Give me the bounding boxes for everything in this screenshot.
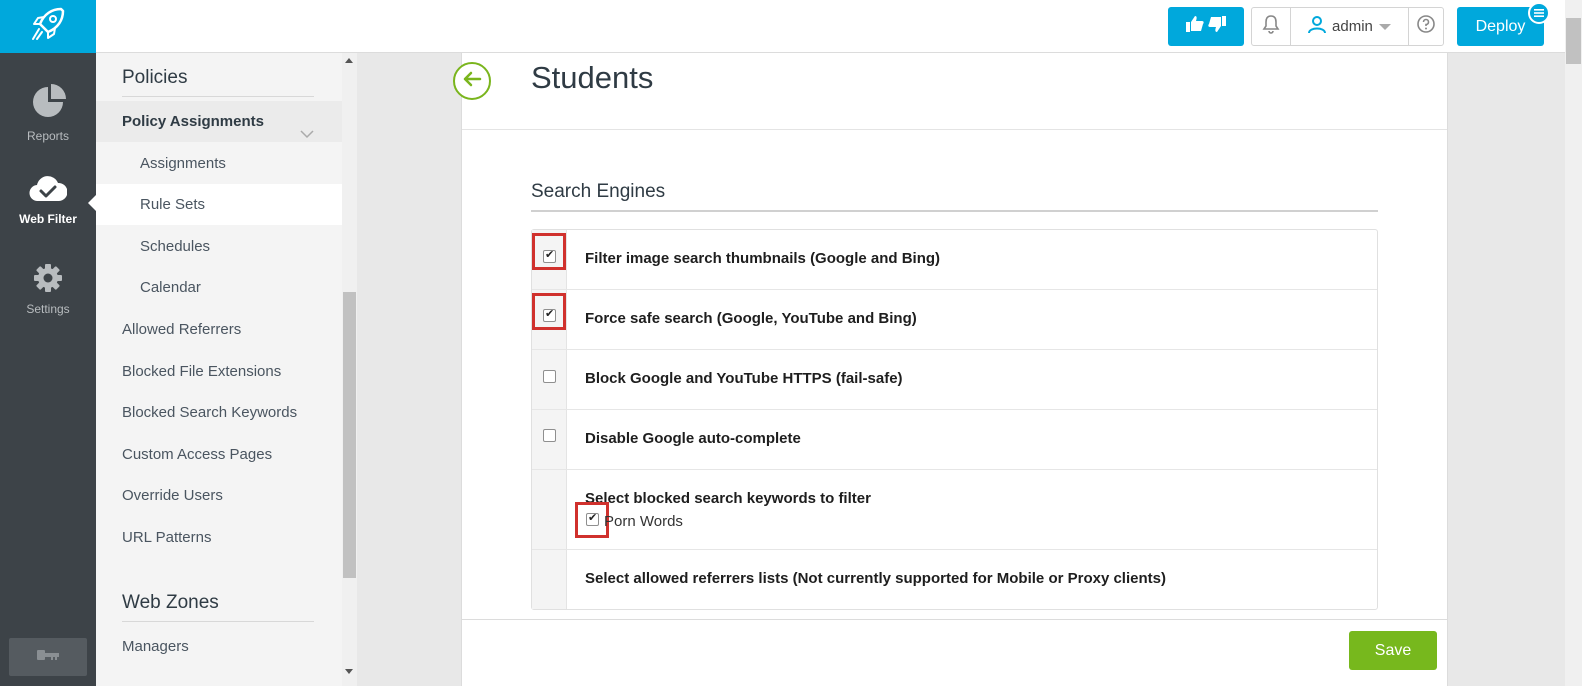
sidebar-item-managers[interactable]: Managers [96, 626, 342, 667]
sidebar-scrollbar-thumb[interactable] [343, 292, 356, 578]
option-row: Force safe search (Google, YouTube and B… [532, 290, 1377, 350]
option-label: Select blocked search keywords to filter [585, 490, 871, 507]
deploy-label: Deploy [1475, 17, 1526, 35]
thumbs-up-icon [1186, 16, 1204, 37]
thumbs-down-icon [1208, 16, 1226, 37]
option-row: Select blocked search keywords to filter… [532, 470, 1377, 550]
sidebar-item-calendar[interactable]: Calendar [96, 267, 342, 308]
option-label: Block Google and YouTube HTTPS (fail-saf… [585, 370, 903, 387]
scroll-up-arrow-icon[interactable] [345, 58, 353, 63]
section-title-web-zones: Web Zones [122, 592, 219, 613]
divider [462, 129, 1447, 130]
deploy-button[interactable]: Deploy [1457, 2, 1550, 46]
help-button[interactable] [1409, 8, 1443, 45]
block-https-checkbox[interactable] [543, 370, 556, 383]
page-scrollbar[interactable] [1565, 0, 1582, 686]
option-row: Filter image search thumbnails (Google a… [532, 230, 1377, 290]
divider [122, 621, 314, 622]
toolbar-group: admin [1251, 7, 1444, 46]
back-button[interactable] [453, 62, 491, 100]
sidebar-item-allowed-referrers[interactable]: Allowed Referrers [96, 309, 342, 350]
save-button[interactable]: Save [1349, 631, 1437, 670]
app-rail: Reports Web Filter Settings [0, 0, 96, 686]
caret-down-icon [1378, 18, 1391, 35]
sidebar-item-blocked-file-extensions[interactable]: Blocked File Extensions [96, 351, 342, 392]
sidebar-item-schedules[interactable]: Schedules [96, 226, 342, 267]
rail-item-label: Reports [26, 129, 70, 143]
highlight-box [532, 233, 566, 270]
divider [122, 96, 314, 97]
option-label: Filter image search thumbnails (Google a… [585, 250, 941, 267]
rocket-icon [28, 4, 68, 49]
policy-sidebar: Policies Policy Assignments Assignments … [96, 53, 342, 686]
pie-chart-icon [0, 84, 96, 123]
help-icon [1417, 15, 1435, 38]
option-label: Force safe search (Google, YouTube and B… [585, 310, 917, 327]
top-bar: admin Deploy [96, 0, 1582, 53]
option-row: Select allowed referrers lists (Not curr… [532, 550, 1377, 609]
license-button[interactable] [9, 638, 87, 676]
arrow-left-icon [462, 71, 482, 92]
section-title-policies: Policies [122, 67, 188, 88]
gear-icon [0, 263, 96, 296]
key-icon [36, 648, 60, 666]
rail-item-settings[interactable]: Settings [0, 263, 96, 316]
sidebar-group-policy-assignments[interactable]: Policy Assignments [96, 101, 342, 142]
divider [462, 619, 1447, 620]
sidebar-item-custom-access-pages[interactable]: Custom Access Pages [96, 434, 342, 475]
bell-icon [1262, 14, 1280, 39]
page-scrollbar-thumb[interactable] [1566, 18, 1581, 64]
sidebar-item-rule-sets[interactable]: Rule Sets [96, 184, 342, 225]
keyword-list-label: Porn Words [604, 513, 683, 530]
rail-item-label: Web Filter [19, 212, 77, 226]
notifications-button[interactable] [1252, 8, 1291, 45]
sidebar-item-override-users[interactable]: Override Users [96, 475, 342, 516]
list-icon[interactable] [1528, 2, 1550, 24]
page-title: Students [531, 60, 654, 95]
disable-autocomplete-checkbox[interactable] [543, 429, 556, 442]
sidebar-item-url-patterns[interactable]: URL Patterns [96, 517, 342, 558]
rail-item-reports[interactable]: Reports [0, 84, 96, 143]
option-label: Disable Google auto-complete [585, 430, 801, 447]
option-row: Disable Google auto-complete [532, 410, 1377, 470]
rail-item-label: Settings [26, 302, 70, 316]
sidebar-group-label: Policy Assignments [122, 113, 264, 130]
scroll-down-arrow-icon[interactable] [345, 669, 353, 674]
option-label: Select allowed referrers lists (Not curr… [585, 570, 1166, 587]
user-icon [1308, 15, 1327, 38]
sidebar-item-blocked-search-keywords[interactable]: Blocked Search Keywords [96, 392, 342, 433]
user-name: admin [1332, 18, 1373, 35]
divider [531, 210, 1378, 212]
highlight-box [532, 293, 566, 330]
option-row: Block Google and YouTube HTTPS (fail-saf… [532, 350, 1377, 410]
user-menu[interactable]: admin [1291, 8, 1410, 45]
feedback-button[interactable] [1168, 7, 1244, 46]
cloud-check-icon [0, 175, 96, 206]
app-logo[interactable] [0, 0, 96, 53]
sidebar-item-assignments[interactable]: Assignments [96, 143, 342, 184]
section-heading: Search Engines [531, 181, 666, 202]
search-engine-options: Filter image search thumbnails (Google a… [531, 229, 1378, 610]
rail-item-web-filter[interactable]: Web Filter [0, 175, 96, 226]
